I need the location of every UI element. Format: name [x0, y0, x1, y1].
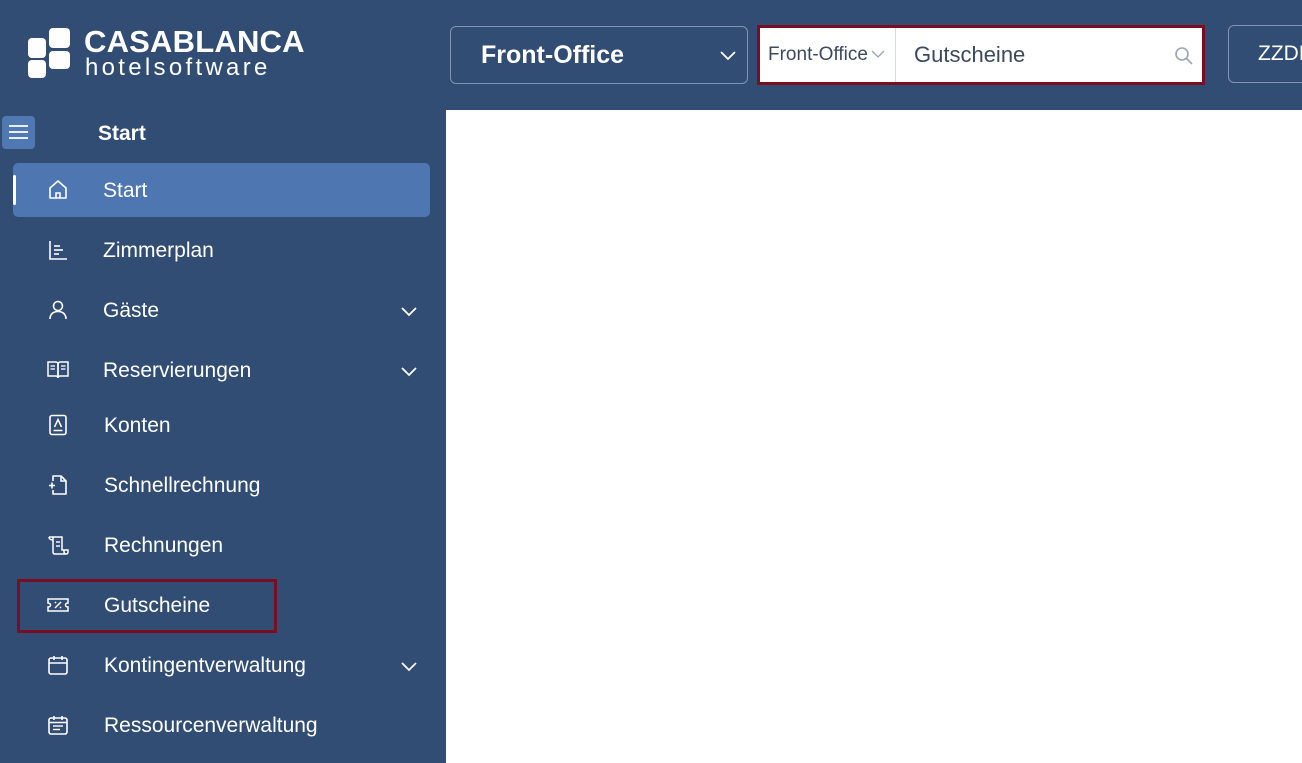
- chevron-down-icon[interactable]: [400, 362, 418, 380]
- active-indicator: [13, 175, 16, 205]
- chevron-down-icon: [871, 50, 885, 58]
- sidebar-item-label: Gutscheine: [104, 594, 211, 617]
- module-select[interactable]: Front-Office: [450, 26, 748, 84]
- sidebar-item-label: Rechnungen: [104, 534, 224, 557]
- menu-icon: [9, 125, 28, 139]
- home-icon: [49, 180, 67, 199]
- voucher-icon: [47, 598, 69, 612]
- sidebar-item-label: Schnellrechnung: [104, 474, 261, 497]
- account-icon: [49, 414, 67, 436]
- module-select-value: Front-Office: [481, 40, 625, 69]
- search-scope-value: Front-Office: [768, 44, 868, 65]
- sidebar-item-ressourcenverwaltung[interactable]: Ressourcenverwaltung: [13, 698, 430, 752]
- sidebar-item-label: Kontingentverwaltung: [104, 654, 306, 677]
- calendar-icon: [48, 656, 68, 675]
- user-icon: [49, 300, 67, 320]
- logo-subtitle: hotelsoftware: [85, 54, 271, 81]
- sidebar-toggle-button[interactable]: [2, 116, 35, 149]
- search-icon[interactable]: [1174, 46, 1194, 66]
- sidebar-item-label: Ressourcenverwaltung: [104, 714, 318, 737]
- calendar-list-icon: [48, 716, 68, 735]
- chevron-down-icon: [720, 51, 736, 61]
- user-button[interactable]: ZZDE: [1228, 25, 1302, 83]
- file-plus-icon: [49, 475, 67, 495]
- sidebar-item-reservierungen[interactable]: Reservierungen: [13, 343, 430, 397]
- casablanca-logo[interactable]: CASABLANCA hotelsoftware: [28, 26, 318, 82]
- global-search: Front-Office: [757, 25, 1205, 85]
- top-header: CASABLANCA hotelsoftware Front-Office Fr…: [0, 0, 1302, 110]
- book-icon: [47, 361, 69, 379]
- sidebar-item-label: Konten: [104, 414, 171, 437]
- sidebar: Start Start Zimmerplan Gäste Reservierun…: [0, 110, 446, 763]
- sidebar-item-schnellrechnung[interactable]: Schnellrechnung: [13, 458, 430, 512]
- sidebar-item-start[interactable]: Start: [13, 163, 430, 217]
- sidebar-item-konten[interactable]: Konten: [13, 398, 430, 452]
- chevron-down-icon[interactable]: [400, 302, 418, 320]
- sidebar-title: Start: [98, 122, 146, 145]
- sidebar-item-gutscheine[interactable]: Gutscheine: [13, 578, 430, 632]
- sidebar-item-gaeste[interactable]: Gäste: [13, 283, 430, 337]
- sidebar-item-label: Gäste: [103, 299, 160, 322]
- search-scope-select[interactable]: Front-Office: [760, 28, 896, 82]
- sidebar-item-kontingentverwaltung[interactable]: Kontingentverwaltung: [13, 638, 430, 692]
- sidebar-item-label: Start: [103, 179, 148, 202]
- sidebar-item-label: Zimmerplan: [103, 239, 214, 262]
- sidebar-item-rechnungen[interactable]: Rechnungen: [13, 518, 430, 572]
- chart-list-icon: [49, 241, 67, 260]
- sidebar-item-label: Reservierungen: [103, 359, 252, 382]
- receipt-icon: [48, 536, 69, 555]
- sidebar-item-zimmerplan[interactable]: Zimmerplan: [13, 223, 430, 277]
- search-input[interactable]: [896, 28, 1202, 82]
- logo-mark-icon: [28, 28, 73, 78]
- chevron-down-icon[interactable]: [400, 657, 418, 675]
